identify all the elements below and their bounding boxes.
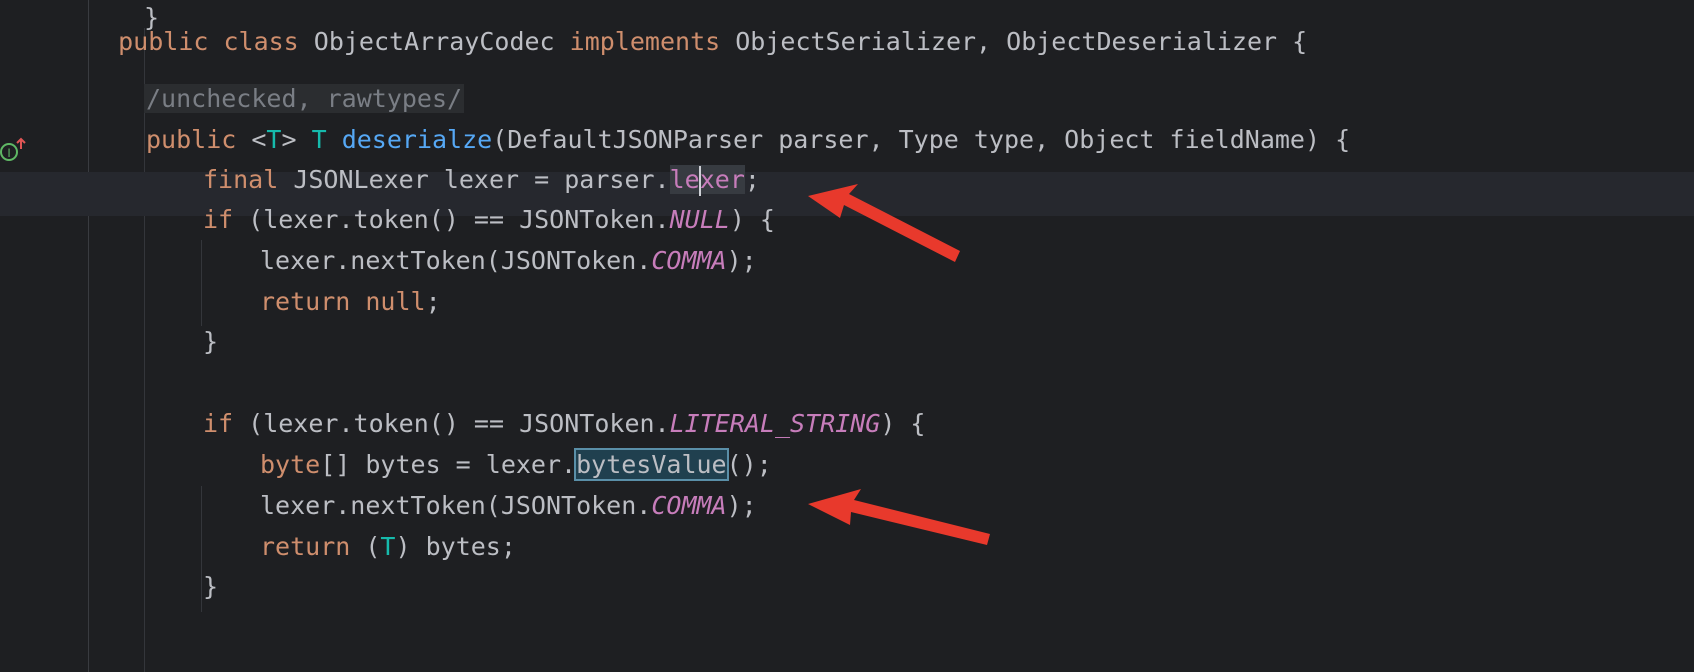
red-arrow-annotation [808,184,990,545]
annotation-arrows [808,184,990,545]
